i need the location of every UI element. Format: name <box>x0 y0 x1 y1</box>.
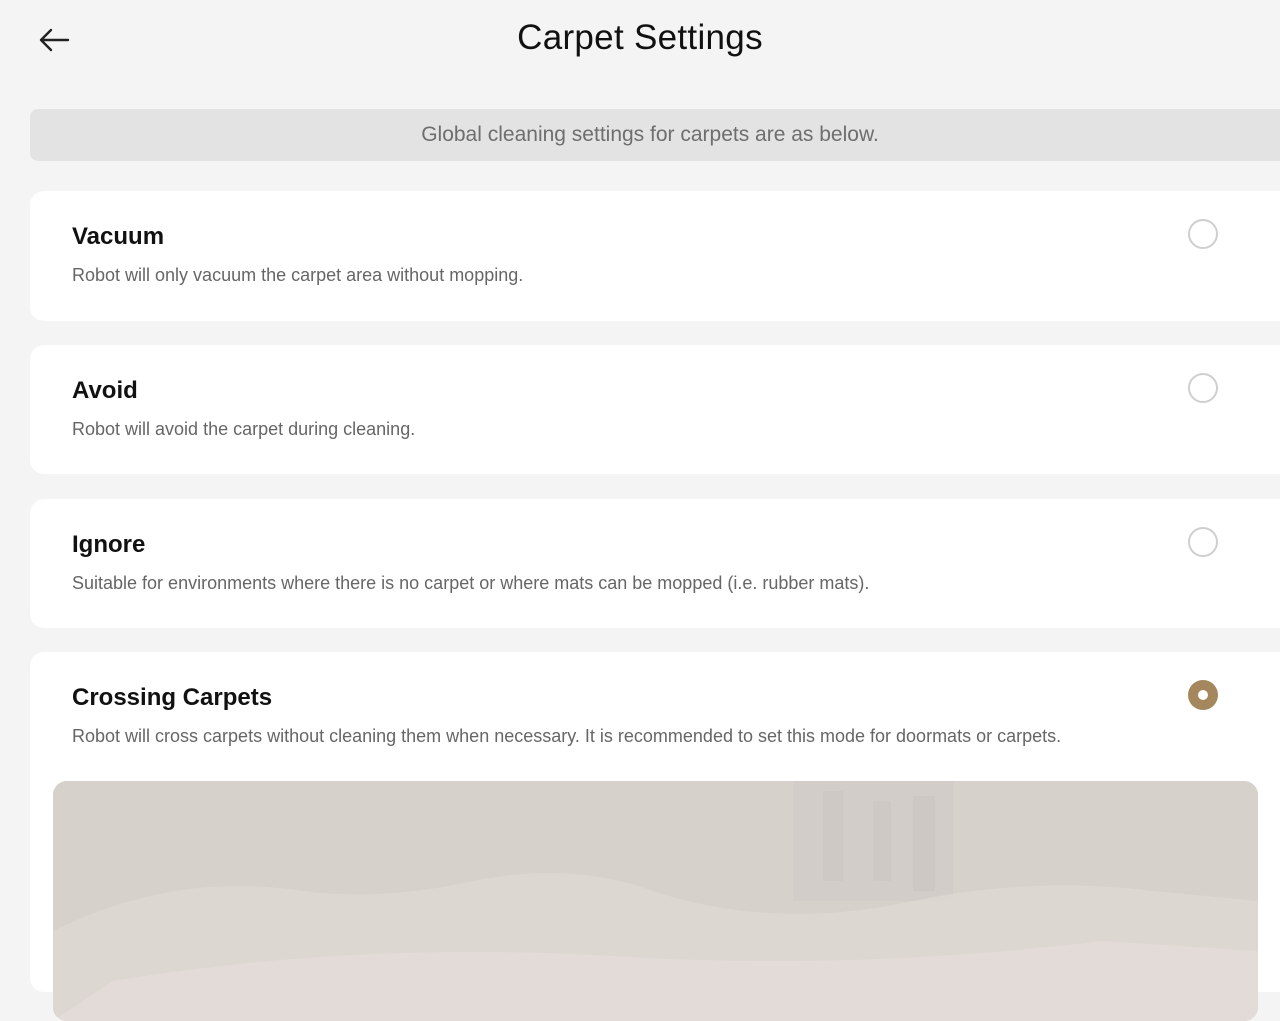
radio-vacuum[interactable] <box>1188 219 1218 249</box>
header-bar: Carpet Settings <box>0 0 1280 84</box>
radio-avoid[interactable] <box>1188 373 1218 403</box>
page-title: Carpet Settings <box>517 18 763 57</box>
option-title: Vacuum <box>72 223 165 250</box>
option-crossing-carpets[interactable]: Crossing Carpets Robot will cross carpet… <box>30 652 1280 1021</box>
option-description: Suitable for environments where there is… <box>72 573 870 593</box>
radio-ignore[interactable] <box>1188 527 1218 557</box>
option-title: Ignore <box>72 531 146 558</box>
carpet-illustration-image <box>53 781 1258 1021</box>
option-description: Robot will cross carpets without cleanin… <box>72 726 1062 746</box>
option-vacuum[interactable]: Vacuum Robot will only vacuum the carpet… <box>30 191 1280 321</box>
option-title: Crossing Carpets <box>72 684 273 711</box>
option-ignore[interactable]: Ignore Suitable for environments where t… <box>30 499 1280 628</box>
notice-text: Global cleaning settings for carpets are… <box>421 123 879 146</box>
radio-crossing-carpets[interactable] <box>1188 680 1218 710</box>
option-title: Avoid <box>72 377 138 404</box>
global-settings-notice: Global cleaning settings for carpets are… <box>30 109 1280 161</box>
option-description: Robot will avoid the carpet during clean… <box>72 419 416 439</box>
option-avoid[interactable]: Avoid Robot will avoid the carpet during… <box>30 345 1280 474</box>
room-scene-image <box>53 781 1258 1021</box>
radio-selected-dot <box>1198 690 1208 700</box>
option-description: Robot will only vacuum the carpet area w… <box>72 265 524 285</box>
